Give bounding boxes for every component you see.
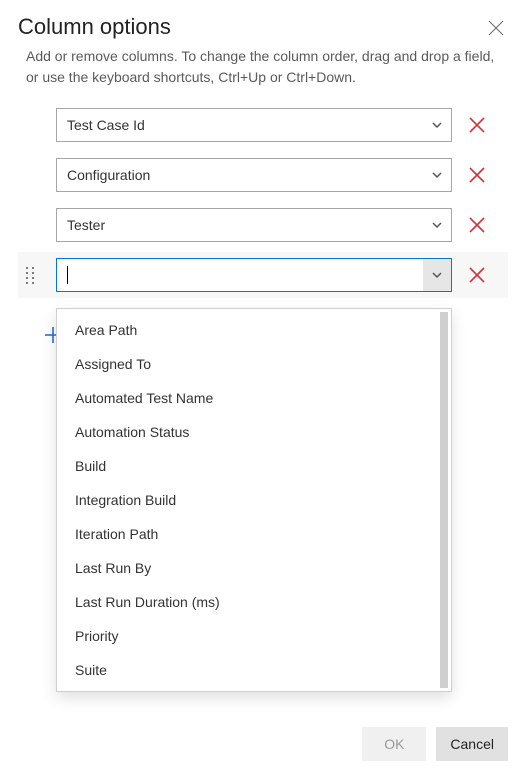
remove-icon bbox=[469, 217, 485, 233]
column-row[interactable]: Tester bbox=[18, 208, 508, 242]
column-combobox[interactable] bbox=[56, 258, 452, 292]
chevron-down-icon[interactable] bbox=[423, 159, 451, 191]
column-row[interactable]: Test Case Id bbox=[18, 108, 508, 142]
column-row[interactable] bbox=[18, 252, 508, 298]
column-row[interactable]: Configuration bbox=[18, 158, 508, 192]
dropdown-option[interactable]: Automation Status bbox=[57, 415, 451, 449]
remove-icon bbox=[469, 267, 485, 283]
column-combobox[interactable]: Tester bbox=[56, 208, 452, 242]
remove-column-button[interactable] bbox=[464, 212, 490, 238]
dropdown-option[interactable]: Priority bbox=[57, 619, 451, 653]
ok-button[interactable]: OK bbox=[362, 727, 426, 761]
dialog-footer: OK Cancel bbox=[362, 727, 508, 761]
column-combobox[interactable]: Configuration bbox=[56, 158, 452, 192]
dropdown-option[interactable]: Build bbox=[57, 449, 451, 483]
drag-handle-icon[interactable] bbox=[24, 265, 36, 285]
remove-column-button[interactable] bbox=[464, 112, 490, 138]
remove-icon bbox=[469, 167, 485, 183]
column-combobox[interactable]: Test Case Id bbox=[56, 108, 452, 142]
close-icon bbox=[488, 20, 504, 36]
text-caret bbox=[67, 266, 68, 284]
dialog-title: Column options bbox=[18, 14, 171, 40]
dropdown-option[interactable]: Last Run Duration (ms) bbox=[57, 585, 451, 619]
columns-list: Test Case Id Configuration Tester bbox=[18, 108, 508, 308]
column-value: Tester bbox=[57, 217, 423, 233]
dropdown-option[interactable]: Iteration Path bbox=[57, 517, 451, 551]
remove-column-button[interactable] bbox=[464, 262, 490, 288]
column-dropdown[interactable]: Area Path Assigned To Automated Test Nam… bbox=[56, 308, 452, 692]
remove-column-button[interactable] bbox=[464, 162, 490, 188]
column-value: Configuration bbox=[57, 167, 423, 183]
cancel-button[interactable]: Cancel bbox=[436, 727, 508, 761]
remove-icon bbox=[469, 117, 485, 133]
chevron-down-icon[interactable] bbox=[423, 209, 451, 241]
dropdown-option[interactable]: Integration Build bbox=[57, 483, 451, 517]
column-value: Test Case Id bbox=[57, 117, 423, 133]
dropdown-option[interactable]: Suite bbox=[57, 653, 451, 687]
dropdown-option[interactable]: Automated Test Name bbox=[57, 381, 451, 415]
dropdown-option[interactable]: Area Path bbox=[57, 313, 451, 347]
chevron-down-icon[interactable] bbox=[423, 259, 451, 291]
dropdown-option[interactable]: Last Run By bbox=[57, 551, 451, 585]
chevron-down-icon[interactable] bbox=[423, 109, 451, 141]
dialog-description: Add or remove columns. To change the col… bbox=[26, 46, 506, 88]
dropdown-option[interactable]: Assigned To bbox=[57, 347, 451, 381]
close-button[interactable] bbox=[484, 16, 508, 40]
